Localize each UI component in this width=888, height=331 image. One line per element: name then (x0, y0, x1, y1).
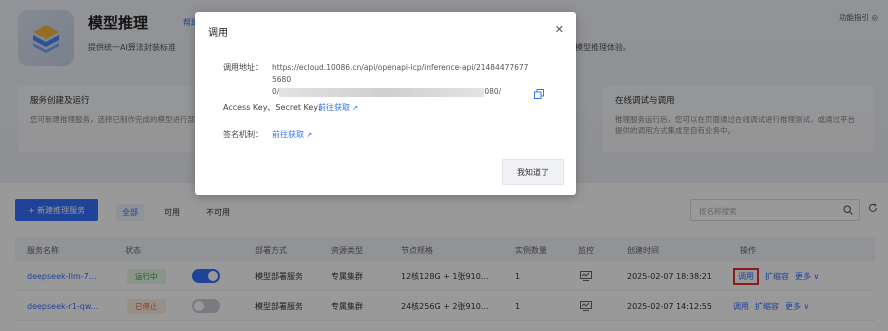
signature-label: 签名机制： (223, 130, 263, 139)
address-label: 调用地址： (223, 63, 263, 72)
address-suffix: 080/ (484, 87, 502, 96)
address-prefix: 0/ (272, 87, 280, 96)
external-link-icon: ↗ (350, 104, 359, 112)
invoke-address: https://ecloud.10086.cn/api/openapi-icp/… (272, 62, 532, 98)
invoke-dialog: 调用 ✕ 调用地址： https://ecloud.10086.cn/api/o… (195, 12, 576, 195)
access-key-link[interactable]: 前往获取 ↗ (318, 102, 358, 113)
dialog-title: 调用 (208, 28, 228, 39)
access-key-link-text: 前往获取 (318, 103, 350, 112)
access-key-label: Access Key、Secret Key： (223, 103, 327, 112)
signature-link-text: 前往获取 (272, 130, 304, 139)
address-line-1: https://ecloud.10086.cn/api/openapi-icp/… (272, 63, 529, 84)
copy-icon[interactable] (534, 89, 544, 99)
address-line-2: 0/080/ (272, 86, 532, 98)
close-icon[interactable]: ✕ (555, 23, 564, 36)
signature-link[interactable]: 前往获取 ↗ (272, 129, 312, 140)
ok-button[interactable]: 我知道了 (502, 159, 564, 185)
redacted-segment (279, 87, 485, 97)
external-link-icon: ↗ (304, 131, 313, 139)
